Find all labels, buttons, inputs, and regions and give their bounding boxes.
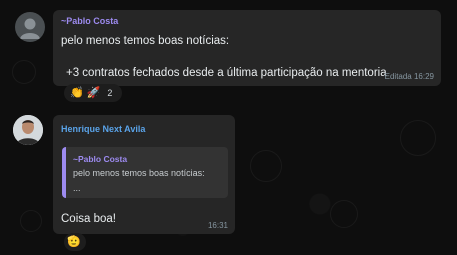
- avatar-henrique-next-avila[interactable]: [13, 115, 43, 145]
- reactions-pill[interactable]: 🫡: [64, 233, 86, 251]
- quoted-sender-name: ~Pablo Costa: [73, 154, 128, 164]
- sender-name[interactable]: ~Pablo Costa: [61, 16, 118, 26]
- reactions-pill[interactable]: 👏 🚀 2: [64, 84, 122, 102]
- profile-photo: [13, 115, 43, 145]
- rocket-emoji: 🚀: [86, 86, 101, 99]
- message-bubble[interactable]: ~Pablo Costa pelo menos temos boas notíc…: [53, 10, 441, 86]
- message-text-line: pelo menos temos boas notícias:: [61, 35, 230, 47]
- clapping-hands-emoji: 👏: [70, 86, 84, 99]
- sender-name[interactable]: Henrique Next Avila: [61, 124, 145, 134]
- message-bubble[interactable]: Henrique Next Avila ~Pablo Costa pelo me…: [53, 115, 235, 234]
- quoted-message[interactable]: ~Pablo Costa pelo menos temos boas notíc…: [62, 147, 228, 198]
- quote-accent-bar: [62, 147, 66, 198]
- saluting-face-emoji: 🫡: [67, 235, 81, 248]
- avatar-pablo-costa[interactable]: [15, 12, 45, 42]
- edited-timestamp: Editada 16:29: [384, 72, 434, 81]
- message-timestamp: 16:31: [207, 221, 228, 230]
- quoted-more: ...: [73, 183, 81, 193]
- reaction-count: 2: [107, 88, 113, 98]
- quoted-text: pelo menos temos boas notícias:: [73, 168, 205, 178]
- message-text-line: +3 contratos fechados desde a última par…: [66, 67, 387, 79]
- default-avatar-icon: [20, 18, 40, 39]
- message-text: Coisa boa!: [61, 213, 116, 225]
